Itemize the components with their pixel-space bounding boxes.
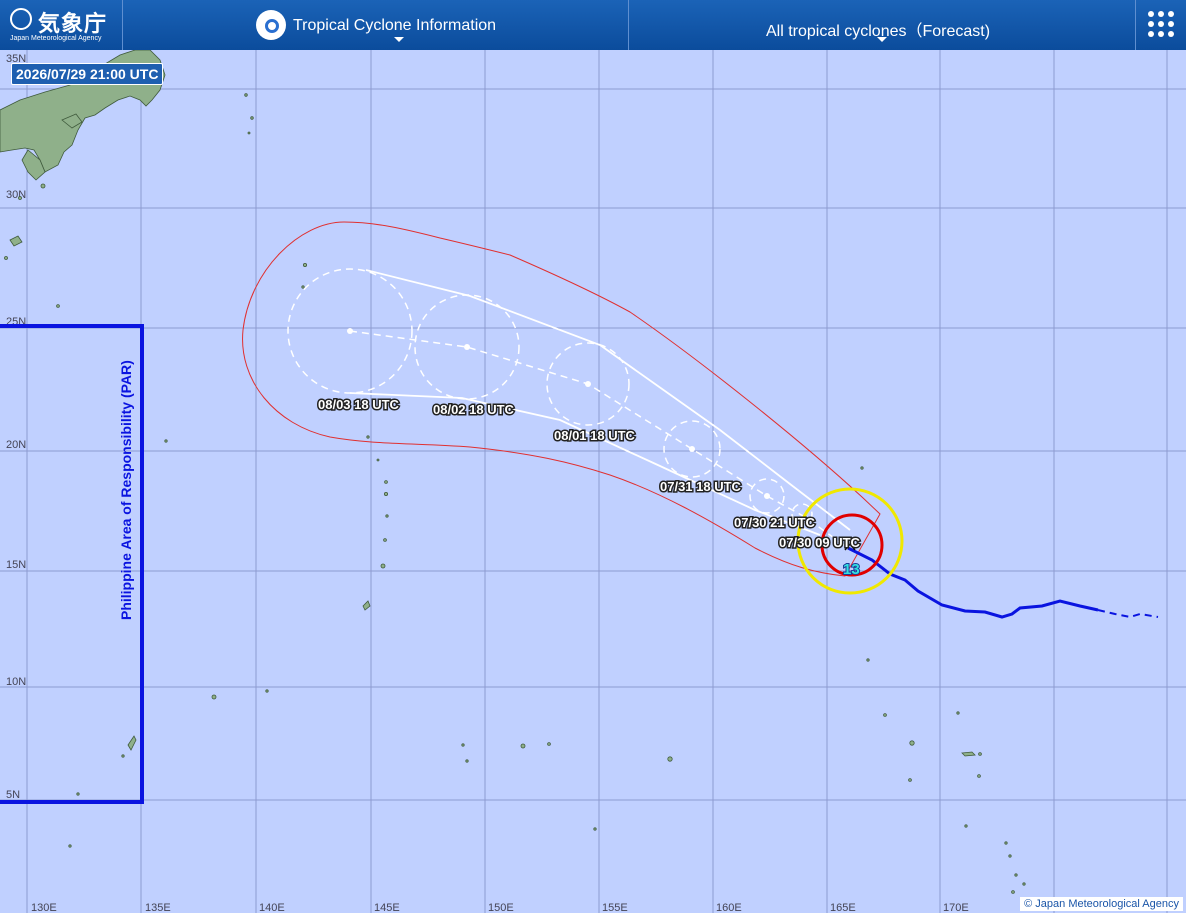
header-divider	[628, 0, 629, 50]
app-header: 気象庁 Japan Meteorological Agency Tropical…	[0, 0, 1186, 51]
lon-label: 155E	[602, 902, 628, 913]
timestamp-badge: 2026/07/29 21:00 UTC	[11, 63, 164, 85]
lon-label: 160E	[716, 902, 742, 913]
lon-label: 165E	[830, 902, 856, 913]
forecast-label: 07/31 18 UTC	[660, 479, 742, 494]
forecast-label: 08/02 18 UTC	[433, 402, 515, 417]
tropical-cyclone-info-menu[interactable]: Tropical Cyclone Information	[252, 0, 622, 50]
forecast-label: 07/30 09 UTC	[779, 535, 861, 550]
jma-logo[interactable]: 気象庁 Japan Meteorological Agency	[8, 4, 123, 46]
cyclone-map[interactable]: 35N 30N 25N 20N 15N 10N 5N 130E 135E 140…	[0, 50, 1186, 913]
lon-label: 145E	[374, 902, 400, 913]
lat-label: 30N	[6, 189, 26, 201]
header-divider	[122, 0, 123, 50]
app-grid-button[interactable]	[1138, 0, 1186, 50]
lon-label: 150E	[488, 902, 514, 913]
lon-label: 135E	[145, 902, 171, 913]
lon-label: 140E	[259, 902, 285, 913]
typhoon-icon	[256, 10, 286, 40]
lat-label: 15N	[6, 559, 26, 571]
chevron-down-icon	[394, 37, 404, 42]
chevron-down-icon	[877, 37, 887, 42]
lon-label: 130E	[31, 902, 57, 913]
header-divider	[1135, 0, 1136, 50]
logo-text: 気象庁	[38, 12, 108, 37]
forecast-label: 08/03 18 UTC	[318, 397, 400, 412]
all-cyclones-forecast-menu[interactable]: All tropical cyclones（Forecast)	[630, 0, 1130, 50]
jma-emblem-icon	[10, 8, 32, 30]
forecast-label: 08/01 18 UTC	[554, 428, 636, 443]
credit-link[interactable]: © Japan Meteorological Agency	[1020, 897, 1183, 911]
logo-subtitle: Japan Meteorological Agency	[10, 35, 102, 42]
menu-info-label: Tropical Cyclone Information	[293, 17, 497, 34]
lat-label: 20N	[6, 439, 26, 451]
lat-label: 5N	[6, 789, 20, 801]
lon-label: 170E	[943, 902, 969, 913]
par-label: Philippine Area of Responsibility (PAR)	[118, 360, 134, 620]
forecast-label: 07/30 21 UTC	[734, 515, 816, 530]
lat-label: 10N	[6, 676, 26, 688]
ocean	[0, 50, 1186, 913]
storm-number[interactable]: 13	[842, 560, 861, 579]
